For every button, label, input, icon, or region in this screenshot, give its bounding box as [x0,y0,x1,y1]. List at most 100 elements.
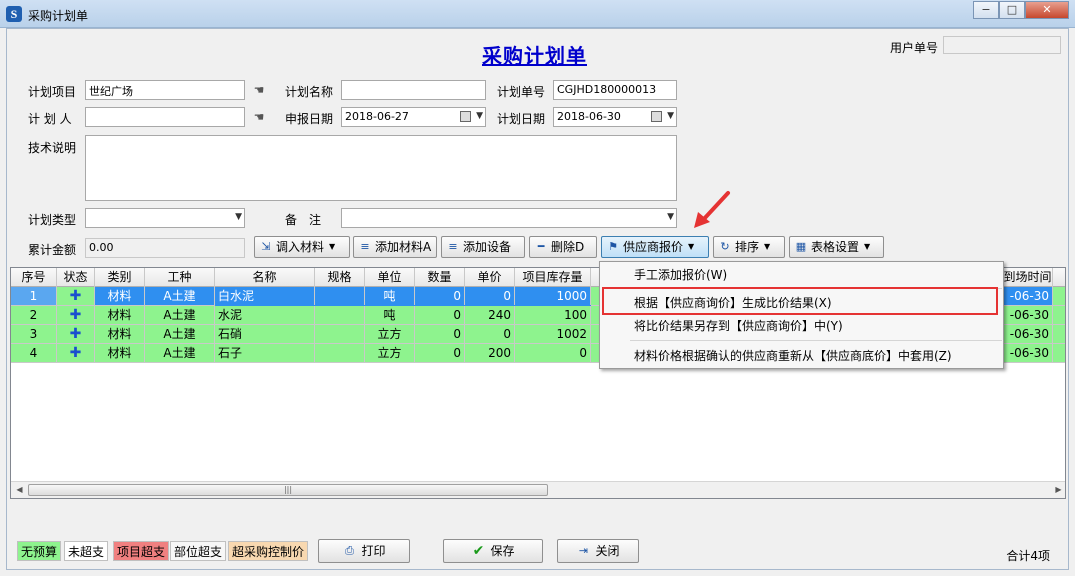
remark-select[interactable]: ▼ [341,208,677,228]
stock-cell: 1000 [515,287,591,305]
chevron-down-icon[interactable]: ▼ [476,111,483,121]
menu-item-manual-quote[interactable]: 手工添加报价(W) [601,264,1002,286]
window-titlebar: S 采购计划单 − □ ✕ [0,0,1075,28]
check-icon: ✔ [472,543,485,559]
col-header[interactable]: 状态 [57,268,95,287]
col-header[interactable]: 规格 [315,268,365,287]
import-material-label: 调入材料 [276,240,325,254]
report-date-label: 申报日期 [285,112,334,126]
exit-door-icon: ⇥ [578,544,589,557]
total-amount-label: 累计金额 [28,243,77,257]
legend-over-control: 超采购控制价 [228,541,309,561]
plan-date-label: 计划日期 [497,112,546,126]
chevron-down-icon[interactable]: ▼ [667,212,674,222]
project-field[interactable]: 世纪广场 [85,80,245,100]
app-icon: S [6,6,22,22]
delete-label: 删除D [551,240,585,254]
spec-cell [315,306,365,324]
col-header[interactable]: 单价 [465,268,515,287]
close-label: 关闭 [595,544,620,558]
col-header[interactable]: 单位 [365,268,415,287]
close-window-button[interactable]: ✕ [1025,1,1069,19]
tech-label: 技术说明 [28,141,77,155]
plan-type-label: 计划类型 [28,213,77,227]
add-material-button[interactable]: ≡ 添加材料A [353,236,437,258]
add-device-button[interactable]: ≡ 添加设备 [441,236,525,258]
print-button[interactable]: ⎙ 打印 [318,539,410,563]
col-header[interactable]: 项目库存量 [515,268,591,287]
price-cell: 0 [465,325,515,343]
import-material-button[interactable]: ⇲ 调入材料 ▼ [254,236,350,258]
maximize-button[interactable]: □ [999,1,1025,19]
supplier-quote-menu: 手工添加报价(W) 根据【供应商询价】生成比价结果(X) 将比价结果另存到【供应… [599,261,1004,369]
supplier-quote-label: 供应商报价 [623,240,684,254]
arrive-cell: -06-30 [1003,325,1053,343]
stock-cell: 0 [515,344,591,362]
plan-no-field[interactable]: CGJHD180000013 [553,80,677,100]
user-no-field[interactable] [943,36,1061,54]
planner-picker-icon[interactable]: ☚ [251,109,267,125]
close-button[interactable]: ⇥ 关闭 [557,539,639,563]
horizontal-scrollbar[interactable]: ◀ ||| ▶ [11,481,1065,498]
chevron-down-icon[interactable]: ▼ [235,212,242,222]
plus-icon: ✚ [57,287,95,305]
planner-field[interactable] [85,107,245,127]
plus-icon: ✚ [57,344,95,362]
window-controls: − □ ✕ [973,1,1069,19]
add-device-label: 添加设备 [463,240,512,254]
col-header[interactable]: 名称 [215,268,315,287]
table-icon: ▦ [795,240,807,253]
calendar-icon[interactable] [651,111,662,122]
project-picker-icon[interactable]: ☚ [251,82,267,98]
remark-label: 备 注 [285,213,322,227]
qty-cell: 0 [415,306,465,324]
minus-icon: ━ [537,240,545,253]
category-cell: 材料 [95,306,145,324]
unit-cell: 吨 [365,306,415,324]
scroll-right-icon[interactable]: ▶ [1051,483,1065,497]
plan-date-field[interactable]: 2018-06-30 ▼ [553,107,677,127]
window-title: 采购计划单 [28,9,89,23]
report-date-field[interactable]: 2018-06-27 ▼ [341,107,486,127]
arrive-cell: -06-30 [1003,306,1053,324]
add-list-icon: ≡ [360,240,370,253]
row-number: 3 [11,325,57,343]
scroll-left-icon[interactable]: ◀ [12,483,27,497]
plus-icon: ✚ [57,306,95,324]
name-cell: 水泥 [215,306,315,324]
chevron-down-icon[interactable]: ▼ [667,111,674,121]
col-header[interactable]: 类别 [95,268,145,287]
supplier-quote-button[interactable]: ⚑ 供应商报价 ▼ [601,236,709,258]
arrive-cell: -06-30 [1003,287,1053,305]
col-header[interactable]: 到场时间 [1003,268,1053,287]
col-header[interactable]: 序号 [11,268,57,287]
sort-icon: ↻ [720,240,730,253]
save-button[interactable]: ✔ 保存 [443,539,543,563]
col-header[interactable]: 数量 [415,268,465,287]
sort-button[interactable]: ↻ 排序 ▼ [713,236,785,258]
red-arrow-annotation [694,191,730,228]
plan-name-field[interactable] [341,80,486,100]
planner-label: 计 划 人 [28,112,72,126]
plan-type-select[interactable]: ▼ [85,208,245,228]
col-header[interactable]: 工种 [145,268,215,287]
spec-cell [315,344,365,362]
unit-cell: 吨 [365,287,415,305]
unit-cell: 立方 [365,325,415,343]
minimize-button[interactable]: − [973,1,999,19]
menu-item-save-comparison[interactable]: 将比价结果另存到【供应商询价】中(Y) [601,315,1002,337]
menu-item-reapply-base-price[interactable]: 材料价格根据确认的供应商重新从【供应商底价】中套用(Z) [601,345,1002,367]
name-cell: 石子 [215,344,315,362]
user-no-label: 用户单号 [890,41,939,55]
price-cell: 200 [465,344,515,362]
delete-button[interactable]: ━ 删除D [529,236,597,258]
save-label: 保存 [490,544,515,558]
calendar-icon[interactable] [460,111,471,122]
add-material-label: 添加材料A [375,240,432,254]
chevron-down-icon: ▼ [688,242,695,251]
trade-cell: A土建 [145,344,215,362]
table-settings-button[interactable]: ▦ 表格设置 ▼ [789,236,884,258]
scrollbar-thumb[interactable]: ||| [28,484,548,496]
sort-label: 排序 [735,240,760,254]
tech-textarea[interactable] [85,135,677,201]
